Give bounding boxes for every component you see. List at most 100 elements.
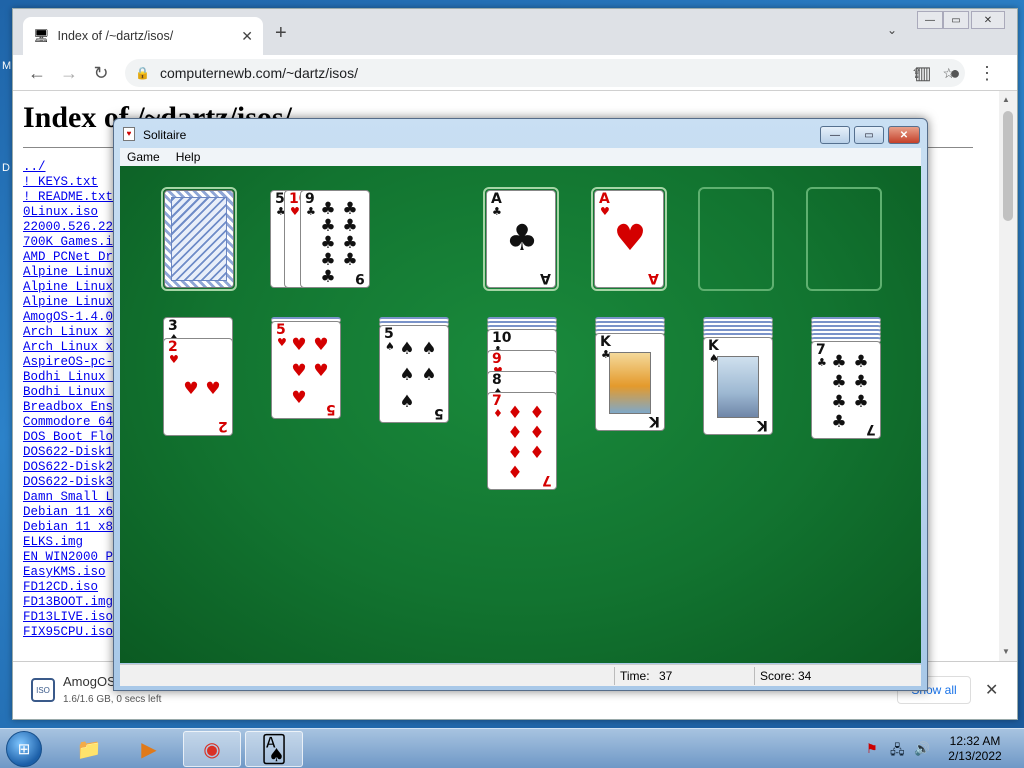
tableau-card[interactable]: 7 ♣ 7 ♣ ♣ ♣ ♣ ♣ ♣ ♣ bbox=[811, 341, 881, 439]
url-text[interactable]: computernewb.com/~dartz/isos/ bbox=[160, 65, 901, 81]
menu-kebab-icon[interactable]: ⋮ bbox=[975, 61, 999, 85]
card-suit-icon: ♠ bbox=[385, 340, 395, 353]
tableau-card[interactable]: 5 ♠ 5 ♠ ♠ ♠ ♠ ♠ bbox=[379, 325, 449, 423]
new-tab-button[interactable]: + bbox=[275, 23, 287, 43]
iso-file-icon[interactable]: ISO bbox=[31, 678, 55, 702]
tab-title: Index of /~dartz/isos/ bbox=[57, 29, 174, 43]
status-separator bbox=[614, 667, 615, 685]
tab-search-button[interactable]: ⌄ bbox=[887, 23, 897, 37]
download-filename[interactable]: AmogOS bbox=[63, 674, 116, 689]
taskbar-solitaire-icon[interactable]: 🂡 bbox=[245, 731, 303, 767]
solitaire-menubar: Game Help bbox=[120, 148, 921, 166]
desktop-glyph-m: M bbox=[2, 60, 12, 72]
tab-close-icon[interactable]: ✕ bbox=[241, 28, 253, 45]
browser-close-button[interactable]: ✕ bbox=[971, 11, 1005, 29]
browser-toolbar: ← → ↻ 🔒 computernewb.com/~dartz/isos/ ⇪ … bbox=[13, 55, 1017, 91]
card-rank-corner: K bbox=[649, 413, 660, 429]
foundation-card[interactable]: A ♥ A ♥ bbox=[594, 190, 664, 288]
card-rank: K bbox=[600, 334, 611, 350]
pip-icon: ♦ bbox=[529, 402, 545, 423]
pip-icon: ♦ bbox=[507, 422, 523, 443]
taskbar-chrome-icon[interactable]: ◉ bbox=[183, 731, 241, 767]
tab-active[interactable]: 🖥 Index of /~dartz/isos/ ✕ bbox=[23, 17, 263, 55]
score-label: Score: bbox=[760, 669, 795, 683]
card-suit-icon: ♣ bbox=[306, 205, 316, 218]
solitaire-titlebar[interactable]: ♥ Solitaire — ▭ ✕ bbox=[114, 119, 927, 147]
tableau-card[interactable]: K ♠ K bbox=[703, 337, 773, 435]
card-rank-corner: A bbox=[648, 270, 659, 286]
scroll-down-icon[interactable]: ▼ bbox=[1002, 647, 1010, 656]
start-button[interactable]: ⊞ bbox=[6, 731, 42, 767]
side-panel-icon[interactable]: ▥ bbox=[911, 61, 935, 85]
solitaire-title: Solitaire bbox=[143, 128, 187, 142]
card-pips: ♦ ♦ ♦ ♦ ♦ ♦ ♦ bbox=[504, 403, 548, 483]
status-separator bbox=[754, 667, 755, 685]
system-clock[interactable]: 12:32 AM 2/13/2022 bbox=[944, 734, 1006, 764]
page-scrollbar[interactable]: ▲ ▼ bbox=[999, 91, 1017, 661]
tableau-card[interactable]: 7 ♦ 7 ♦ ♦ ♦ ♦ ♦ ♦ ♦ bbox=[487, 392, 557, 490]
lock-icon[interactable]: 🔒 bbox=[135, 66, 150, 80]
card-suit-icon: ♥ bbox=[169, 353, 179, 366]
pip-icon: ♠ bbox=[421, 365, 437, 386]
card-pips: ♣ ♣ ♣ ♣ ♣ ♣ ♣ ♣ ♣ bbox=[317, 201, 361, 286]
tableau-card[interactable]: 5 ♥ 5 ♥ ♥ ♥ ♥ ♥ bbox=[271, 321, 341, 419]
scroll-thumb[interactable] bbox=[1003, 111, 1013, 221]
download-progress-text: 1.6/1.6 GB, 0 secs left bbox=[63, 694, 162, 705]
address-bar[interactable]: 🔒 computernewb.com/~dartz/isos/ ⇪ ☆ bbox=[125, 59, 965, 87]
menu-help[interactable]: Help bbox=[176, 150, 201, 164]
ace-suit-icon: ♥ bbox=[613, 218, 647, 259]
card-suit-icon: ♥ bbox=[600, 205, 610, 218]
card-rank: 10 bbox=[492, 330, 512, 346]
game-board[interactable]: 5♣10♥9♣9♣♣♣♣♣♣♣♣♣A♣A♣A♥A♥3♠2♥2♥♥5♥5♥♥♥♥♥… bbox=[120, 166, 921, 663]
card-rank: K bbox=[708, 338, 719, 354]
pip-icon: ♥ bbox=[291, 334, 307, 355]
stock-pile[interactable] bbox=[164, 190, 234, 288]
browser-minimize-button[interactable]: — bbox=[917, 11, 943, 29]
card-rank-corner: A bbox=[540, 270, 551, 286]
card-pips: ♠ ♠ ♠ ♠ ♠ bbox=[396, 336, 440, 416]
pip-icon: ♣ bbox=[853, 371, 869, 392]
pip-icon: ♣ bbox=[831, 391, 847, 412]
solitaire-maximize-button[interactable]: ▭ bbox=[854, 126, 884, 144]
card-rank: A bbox=[599, 191, 610, 207]
scroll-up-icon[interactable]: ▲ bbox=[1002, 95, 1010, 104]
menu-game[interactable]: Game bbox=[127, 150, 160, 164]
card-rank: 5 bbox=[384, 326, 394, 342]
solitaire-close-button[interactable]: ✕ bbox=[888, 126, 920, 144]
pip-icon: ♦ bbox=[529, 442, 545, 463]
pip-icon: ♦ bbox=[507, 462, 523, 483]
back-arrow-icon[interactable]: ← bbox=[25, 61, 49, 85]
favicon-icon: 🖥 bbox=[33, 28, 50, 43]
waste-card[interactable]: 9 ♣ 9 ♣ ♣ ♣ ♣ ♣ ♣ ♣ ♣ ♣ bbox=[300, 190, 370, 288]
download-bar-close-icon[interactable]: ✕ bbox=[985, 680, 998, 700]
forward-arrow-icon[interactable]: → bbox=[57, 61, 81, 85]
autumn-tree-artwork bbox=[609, 352, 651, 414]
pip-icon: ♥ bbox=[291, 388, 307, 409]
card-suit-icon: ♦ bbox=[493, 407, 503, 420]
solitaire-window: ♥ Solitaire — ▭ ✕ Game Help 5 ♣ 10 ♥ 9 ♣ 9 ♣ ♣ ♣ ♣… bbox=[113, 118, 928, 691]
browser-maximize-button[interactable]: ▭ bbox=[943, 11, 969, 29]
pip-icon: ♣ bbox=[853, 391, 869, 412]
network-icon[interactable]: 🖧 bbox=[890, 741, 905, 763]
pip-icon: ♥ bbox=[205, 378, 221, 399]
taskbar: ⊞ 📁 ▶ ◉ 🂡 ⚑ 🖧 🔊 12:32 AM 2/13/2022 bbox=[0, 728, 1024, 768]
pip-icon: ♣ bbox=[342, 250, 358, 270]
pip-icon: ♠ bbox=[399, 365, 415, 386]
tableau-card[interactable]: K ♣ K bbox=[595, 333, 665, 431]
taskbar-media-player-icon[interactable]: ▶ bbox=[120, 731, 178, 767]
foundation-slot-3[interactable] bbox=[698, 187, 774, 291]
card-pips: ♣ ♣ ♣ ♣ ♣ ♣ ♣ bbox=[828, 352, 872, 432]
solitaire-minimize-button[interactable]: — bbox=[820, 126, 850, 144]
profile-avatar-icon[interactable]: ● bbox=[943, 61, 967, 85]
network-warning-icon[interactable]: ⚑ bbox=[866, 741, 878, 757]
pip-icon: ♣ bbox=[853, 351, 869, 372]
tableau-card[interactable]: 2 ♥ 2 ♥ ♥ bbox=[163, 338, 233, 436]
volume-icon[interactable]: 🔊 bbox=[914, 741, 930, 757]
foundation-card[interactable]: A ♣ A ♣ bbox=[486, 190, 556, 288]
taskbar-explorer-icon[interactable]: 📁 bbox=[60, 731, 118, 767]
foundation-slot-4[interactable] bbox=[806, 187, 882, 291]
reload-icon[interactable]: ↻ bbox=[89, 61, 113, 85]
card-rank-corner: K bbox=[757, 417, 768, 433]
desktop-glyph-d: D bbox=[2, 162, 10, 174]
card-rank: A bbox=[491, 191, 502, 207]
